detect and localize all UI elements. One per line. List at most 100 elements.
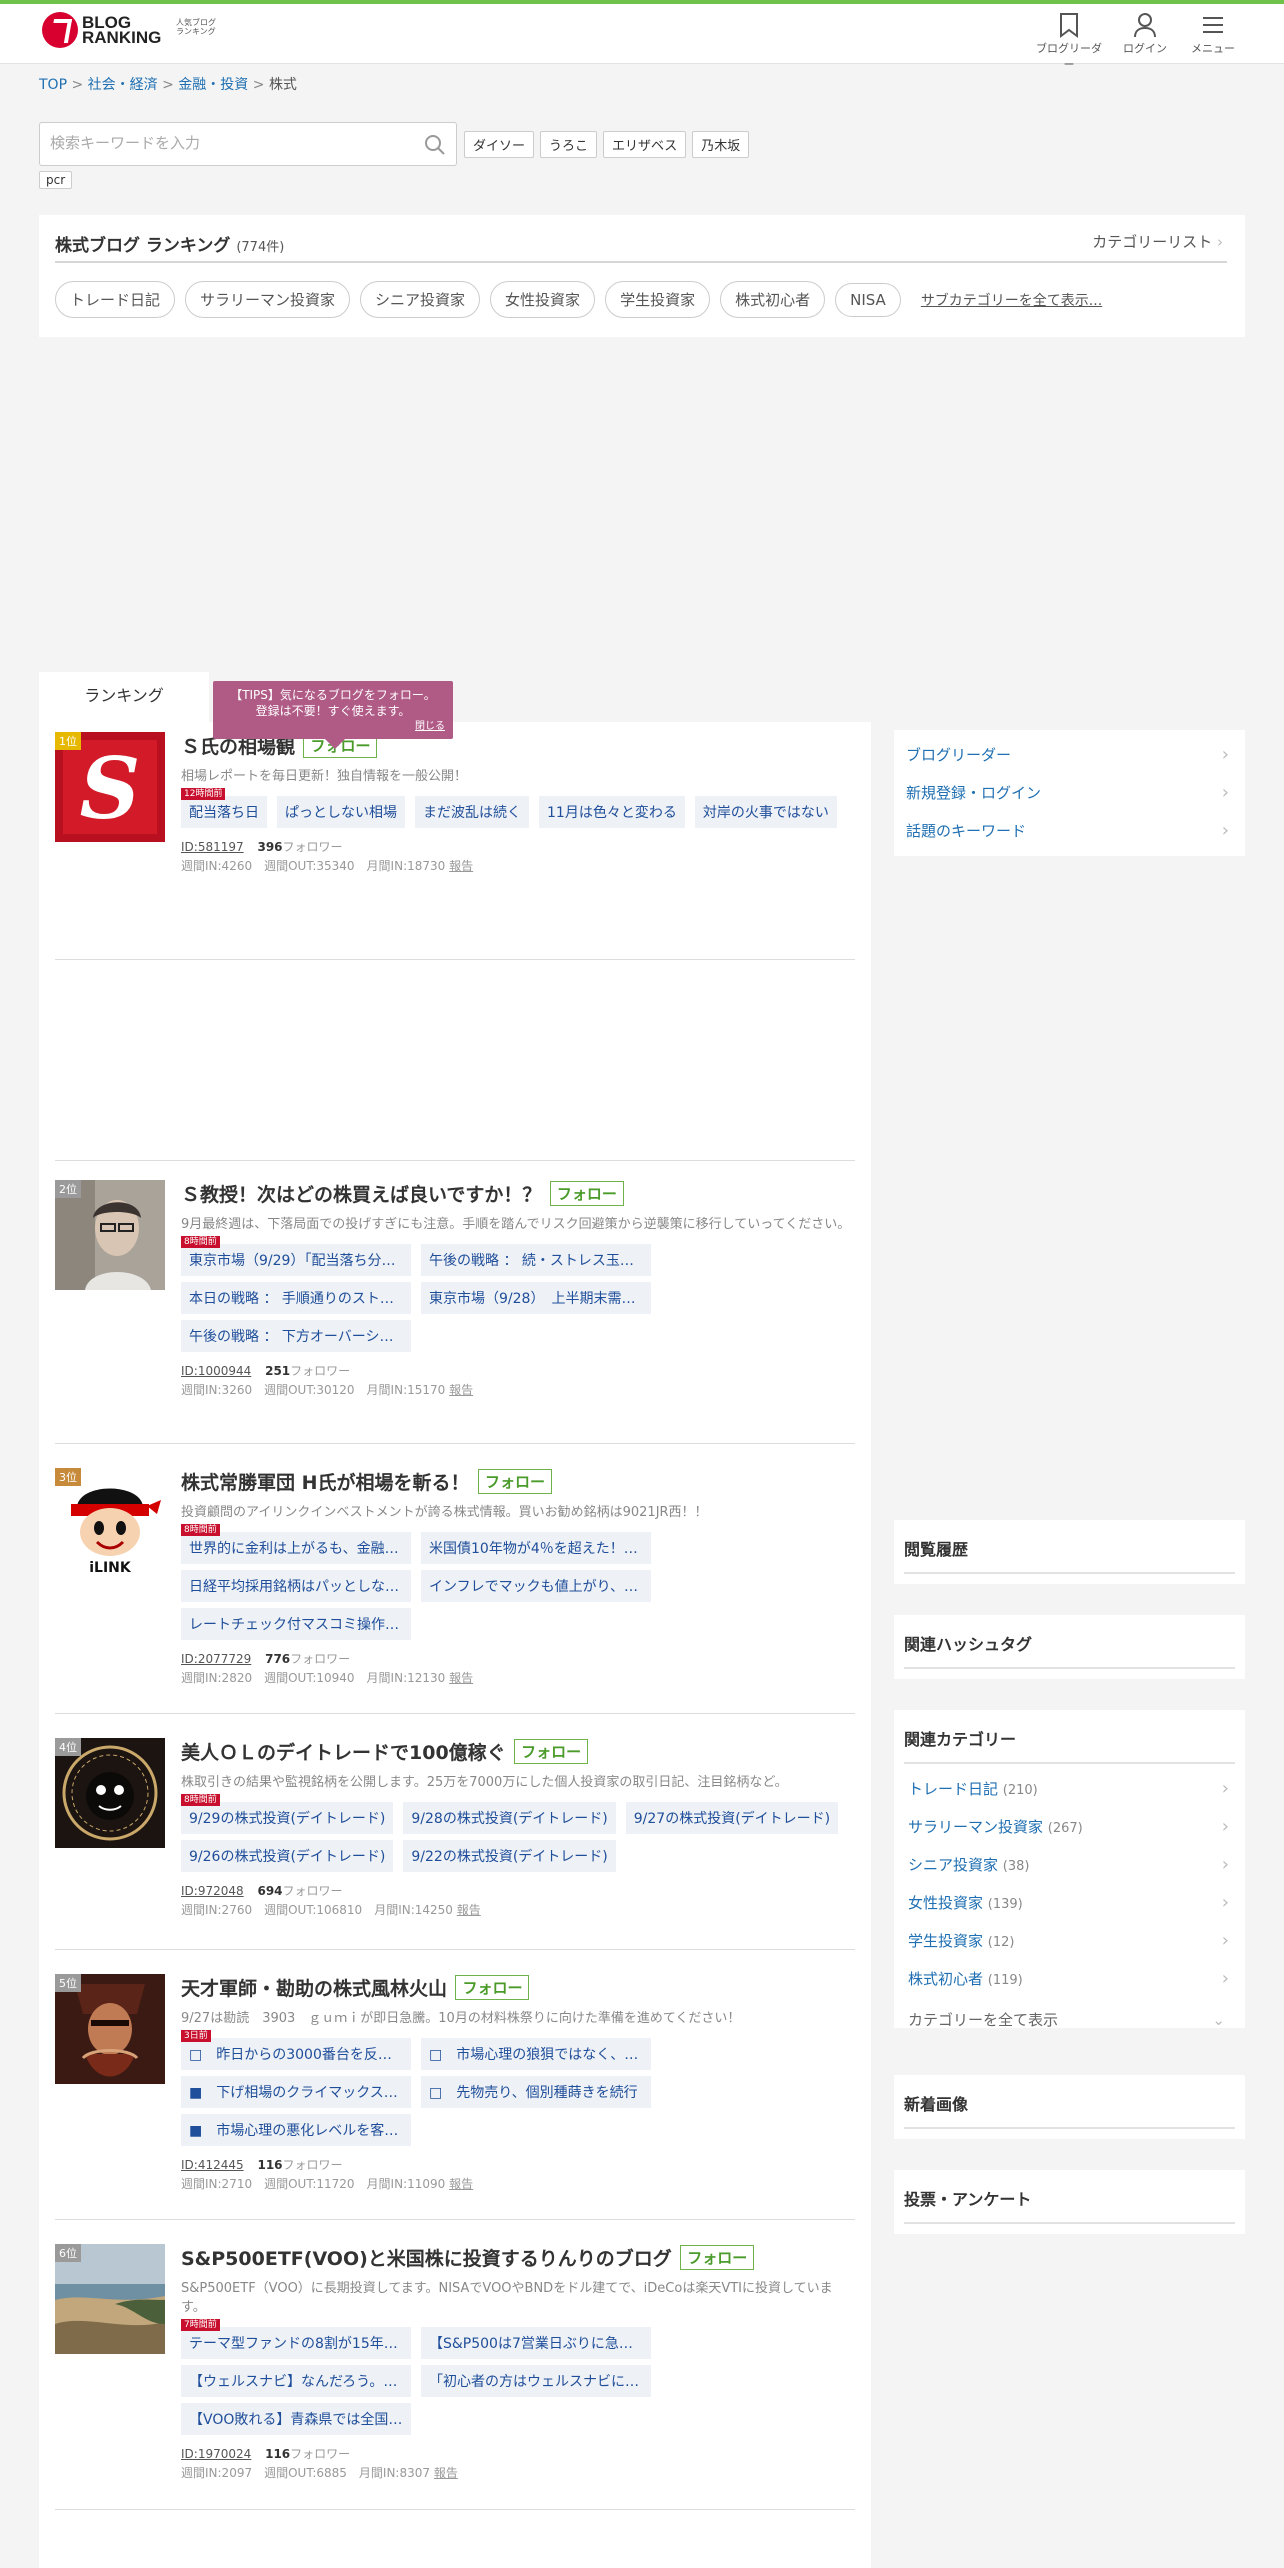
sidebar-link-trending-keywords[interactable]: 話題のキーワード (894, 812, 1245, 850)
subcategory-pill[interactable]: 女性投資家 (490, 281, 596, 318)
post-link[interactable]: 東京市場（9/29）「配当落ち分を… (181, 1244, 411, 1276)
post-link[interactable]: 米国債10年物が4％を超えた！… (421, 1532, 651, 1564)
post-link[interactable]: 【S&P500は7営業日ぶりに急反… (421, 2327, 651, 2359)
post-link[interactable]: 11月は色々と変わる (539, 796, 685, 828)
blog-title[interactable]: 天才軍師・勘助の株式風林火山 (181, 1978, 447, 2000)
blog-stats: 週間IN:2710 週間OUT:11720 月間IN:11090 (181, 2177, 446, 2191)
follow-button[interactable]: フォロー (514, 1739, 589, 1764)
post-link[interactable]: 世界的に金利は上がるも、金融… (181, 1532, 411, 1564)
post-link[interactable]: テーマ型ファンドの8割が15年… (181, 2327, 411, 2359)
post-link[interactable]: 「初心者の方はウェルスナビに… (421, 2365, 651, 2397)
sidebar-links: ブログリーダー 新規登録・ログイン 話題のキーワード (894, 730, 1245, 856)
keyword-tag[interactable]: うろこ (540, 131, 598, 158)
post-link[interactable]: □ 先物売り、個別種蒔きを続行 (421, 2076, 651, 2108)
ranking-entry: 5位 天才軍師・勘助の株式風林火山 フォロー 9/27は勘読 3903 ｇｕｍｉ… (55, 1950, 855, 2220)
blog-thumbnail[interactable]: 2位 (55, 1180, 165, 1290)
related-category-link[interactable]: シニア投資家 (38) (894, 1846, 1245, 1884)
sidebar-link-register-login[interactable]: 新規登録・ログイン (894, 774, 1245, 812)
post-link[interactable]: 配当落ち日 (181, 796, 267, 828)
related-category-link[interactable]: サラリーマン投資家 (267) (894, 1808, 1245, 1846)
blog-id-link[interactable]: ID:2077729 (181, 1652, 251, 1666)
blog-title[interactable]: Ｓ氏の相場観 (181, 736, 295, 758)
blog-id-link[interactable]: ID:581197 (181, 840, 244, 854)
report-link[interactable]: 報告 (449, 2177, 473, 2191)
related-category-link[interactable]: 学生投資家 (12) (894, 1922, 1245, 1960)
post-link[interactable]: インフレでマックも値上がり、… (421, 1570, 651, 1602)
subcategory-pill[interactable]: 学生投資家 (605, 281, 711, 318)
blog-thumbnail[interactable]: 6位 (55, 2244, 165, 2354)
blog-reader-button[interactable]: ブログリーダー (1034, 12, 1104, 72)
keyword-tag[interactable]: エリザベス (603, 131, 687, 158)
search-icon[interactable] (424, 134, 446, 156)
post-link[interactable]: ■ 市場心理の悪化レベルを客… (181, 2114, 411, 2146)
follow-button[interactable]: フォロー (549, 1181, 624, 1206)
blog-thumbnail[interactable]: 5位 (55, 1974, 165, 2084)
blog-title[interactable]: 美人ＯＬのデイトレードで100億稼ぐ (181, 1742, 506, 1764)
show-all-categories[interactable]: カテゴリーを全て表示 (894, 1998, 1245, 2042)
blog-id-link[interactable]: ID:1000944 (181, 1364, 251, 1378)
keyword-tag[interactable]: 乃木坂 (692, 131, 750, 158)
tips-close-link[interactable]: 閉じる (415, 719, 445, 735)
related-category-link[interactable]: 株式初心者 (119) (894, 1960, 1245, 1998)
post-link[interactable]: 9/27の株式投資(デイトレード) (625, 1802, 839, 1834)
blog-title[interactable]: Ｓ教授！次はどの株買えば良いですか！？ (181, 1184, 541, 1206)
report-link[interactable]: 報告 (449, 1383, 473, 1397)
post-link[interactable]: まだ波乱は続く (415, 796, 529, 828)
subcategory-pill[interactable]: シニア投資家 (360, 281, 481, 318)
blog-title[interactable]: S&P500ETF(VOO)と米国株に投資するりんりのブログ (181, 2248, 672, 2270)
blog-thumbnail[interactable]: 3位 iLINK (55, 1468, 165, 1578)
post-link[interactable]: 9/26の株式投資(デイトレード) (181, 1840, 394, 1872)
sidebar-link-blog-reader[interactable]: ブログリーダー (894, 736, 1245, 774)
post-link[interactable]: 【VOO敗れる】青森県では全国… (181, 2403, 411, 2435)
post-link[interactable]: 9/22の株式投資(デイトレード) (403, 1840, 616, 1872)
post-link[interactable]: 9/28の株式投資(デイトレード) (403, 1802, 616, 1834)
follow-button[interactable]: フォロー (455, 1975, 530, 2000)
blog-thumbnail[interactable]: 4位 (55, 1738, 165, 1848)
post-link[interactable]: 東京市場（9/28） 上半期末需… (421, 1282, 651, 1314)
blog-thumbnail[interactable]: 1位 S (55, 732, 165, 842)
post-link[interactable]: 午後の戦略 ： 続・ストレス玉… (421, 1244, 651, 1276)
search-input[interactable] (40, 123, 400, 163)
post-link[interactable]: 9/29の株式投資(デイトレード) (181, 1802, 394, 1834)
report-link[interactable]: 報告 (449, 1671, 473, 1685)
tab-ranking[interactable]: ランキング (39, 672, 209, 724)
login-button[interactable]: ログイン (1110, 12, 1180, 56)
post-link[interactable]: ■ 下げ相場のクライマックス… (181, 2076, 411, 2108)
blog-title[interactable]: 株式常勝軍団 H氏が相場を斬る！ (181, 1472, 470, 1494)
blog-id-link[interactable]: ID:412445 (181, 2158, 244, 2172)
subcategory-pill[interactable]: NISA (835, 282, 901, 317)
keyword-tag[interactable]: pcr (39, 171, 73, 189)
show-all-subcategories[interactable]: サブカテゴリーを全て表示... (921, 290, 1102, 310)
report-link[interactable]: 報告 (449, 859, 473, 873)
blog-id-link[interactable]: ID:1970024 (181, 2447, 251, 2461)
follow-button[interactable]: フォロー (680, 2245, 755, 2270)
blog-id-link[interactable]: ID:972048 (181, 1884, 244, 1898)
post-link[interactable]: 日経平均採用銘柄はパッとしな… (181, 1570, 411, 1602)
subcategory-pill[interactable]: トレード日記 (55, 281, 176, 318)
keyword-tag[interactable]: ダイソー (464, 131, 535, 158)
post-link[interactable]: □ 昨日からの3000番台を反撃… (181, 2038, 411, 2070)
related-category-link[interactable]: 女性投資家 (139) (894, 1884, 1245, 1922)
post-link[interactable]: レートチェック付マスコミ操作… (181, 1608, 411, 1640)
report-link[interactable]: 報告 (457, 1903, 481, 1917)
breadcrumb-top[interactable]: TOP (39, 77, 67, 93)
breadcrumb-finance[interactable]: 金融・投資 (178, 77, 248, 93)
post-link[interactable]: 本日の戦略 ： 手順通りのスト… (181, 1282, 411, 1314)
history-title: 閲覧履歴 (904, 1536, 1235, 1574)
follow-button[interactable]: フォロー (477, 1469, 552, 1494)
post-link[interactable]: 午後の戦略 ： 下方オーバーシ… (181, 1320, 411, 1352)
report-link[interactable]: 報告 (434, 2466, 458, 2480)
post-link[interactable]: □ 市場心理の狼狽ではなく、… (421, 2038, 651, 2070)
category-list-link[interactable]: カテゴリーリスト › (1092, 231, 1223, 252)
post-link[interactable]: 対岸の火事ではない (694, 796, 837, 828)
blog-description: 相場レポートを毎日更新！独自情報を一般公開！ (181, 769, 468, 784)
subcategory-pill[interactable]: 株式初心者 (720, 281, 826, 318)
subcategory-pill[interactable]: サラリーマン投資家 (185, 281, 351, 318)
menu-button[interactable]: メニュー (1178, 12, 1248, 56)
post-link[interactable]: ぱっとしない相場 (277, 796, 405, 828)
breadcrumb-society[interactable]: 社会・経済 (88, 77, 158, 93)
site-logo[interactable]: BLOG RANKING 人気ブログランキング (42, 12, 216, 48)
keyword-tags: ダイソー うろこ エリザベス 乃木坂 (464, 131, 750, 158)
post-link[interactable]: 【ウェルスナビ】なんだろう。… (181, 2365, 411, 2397)
related-category-link[interactable]: トレード日記 (210) (894, 1770, 1245, 1808)
